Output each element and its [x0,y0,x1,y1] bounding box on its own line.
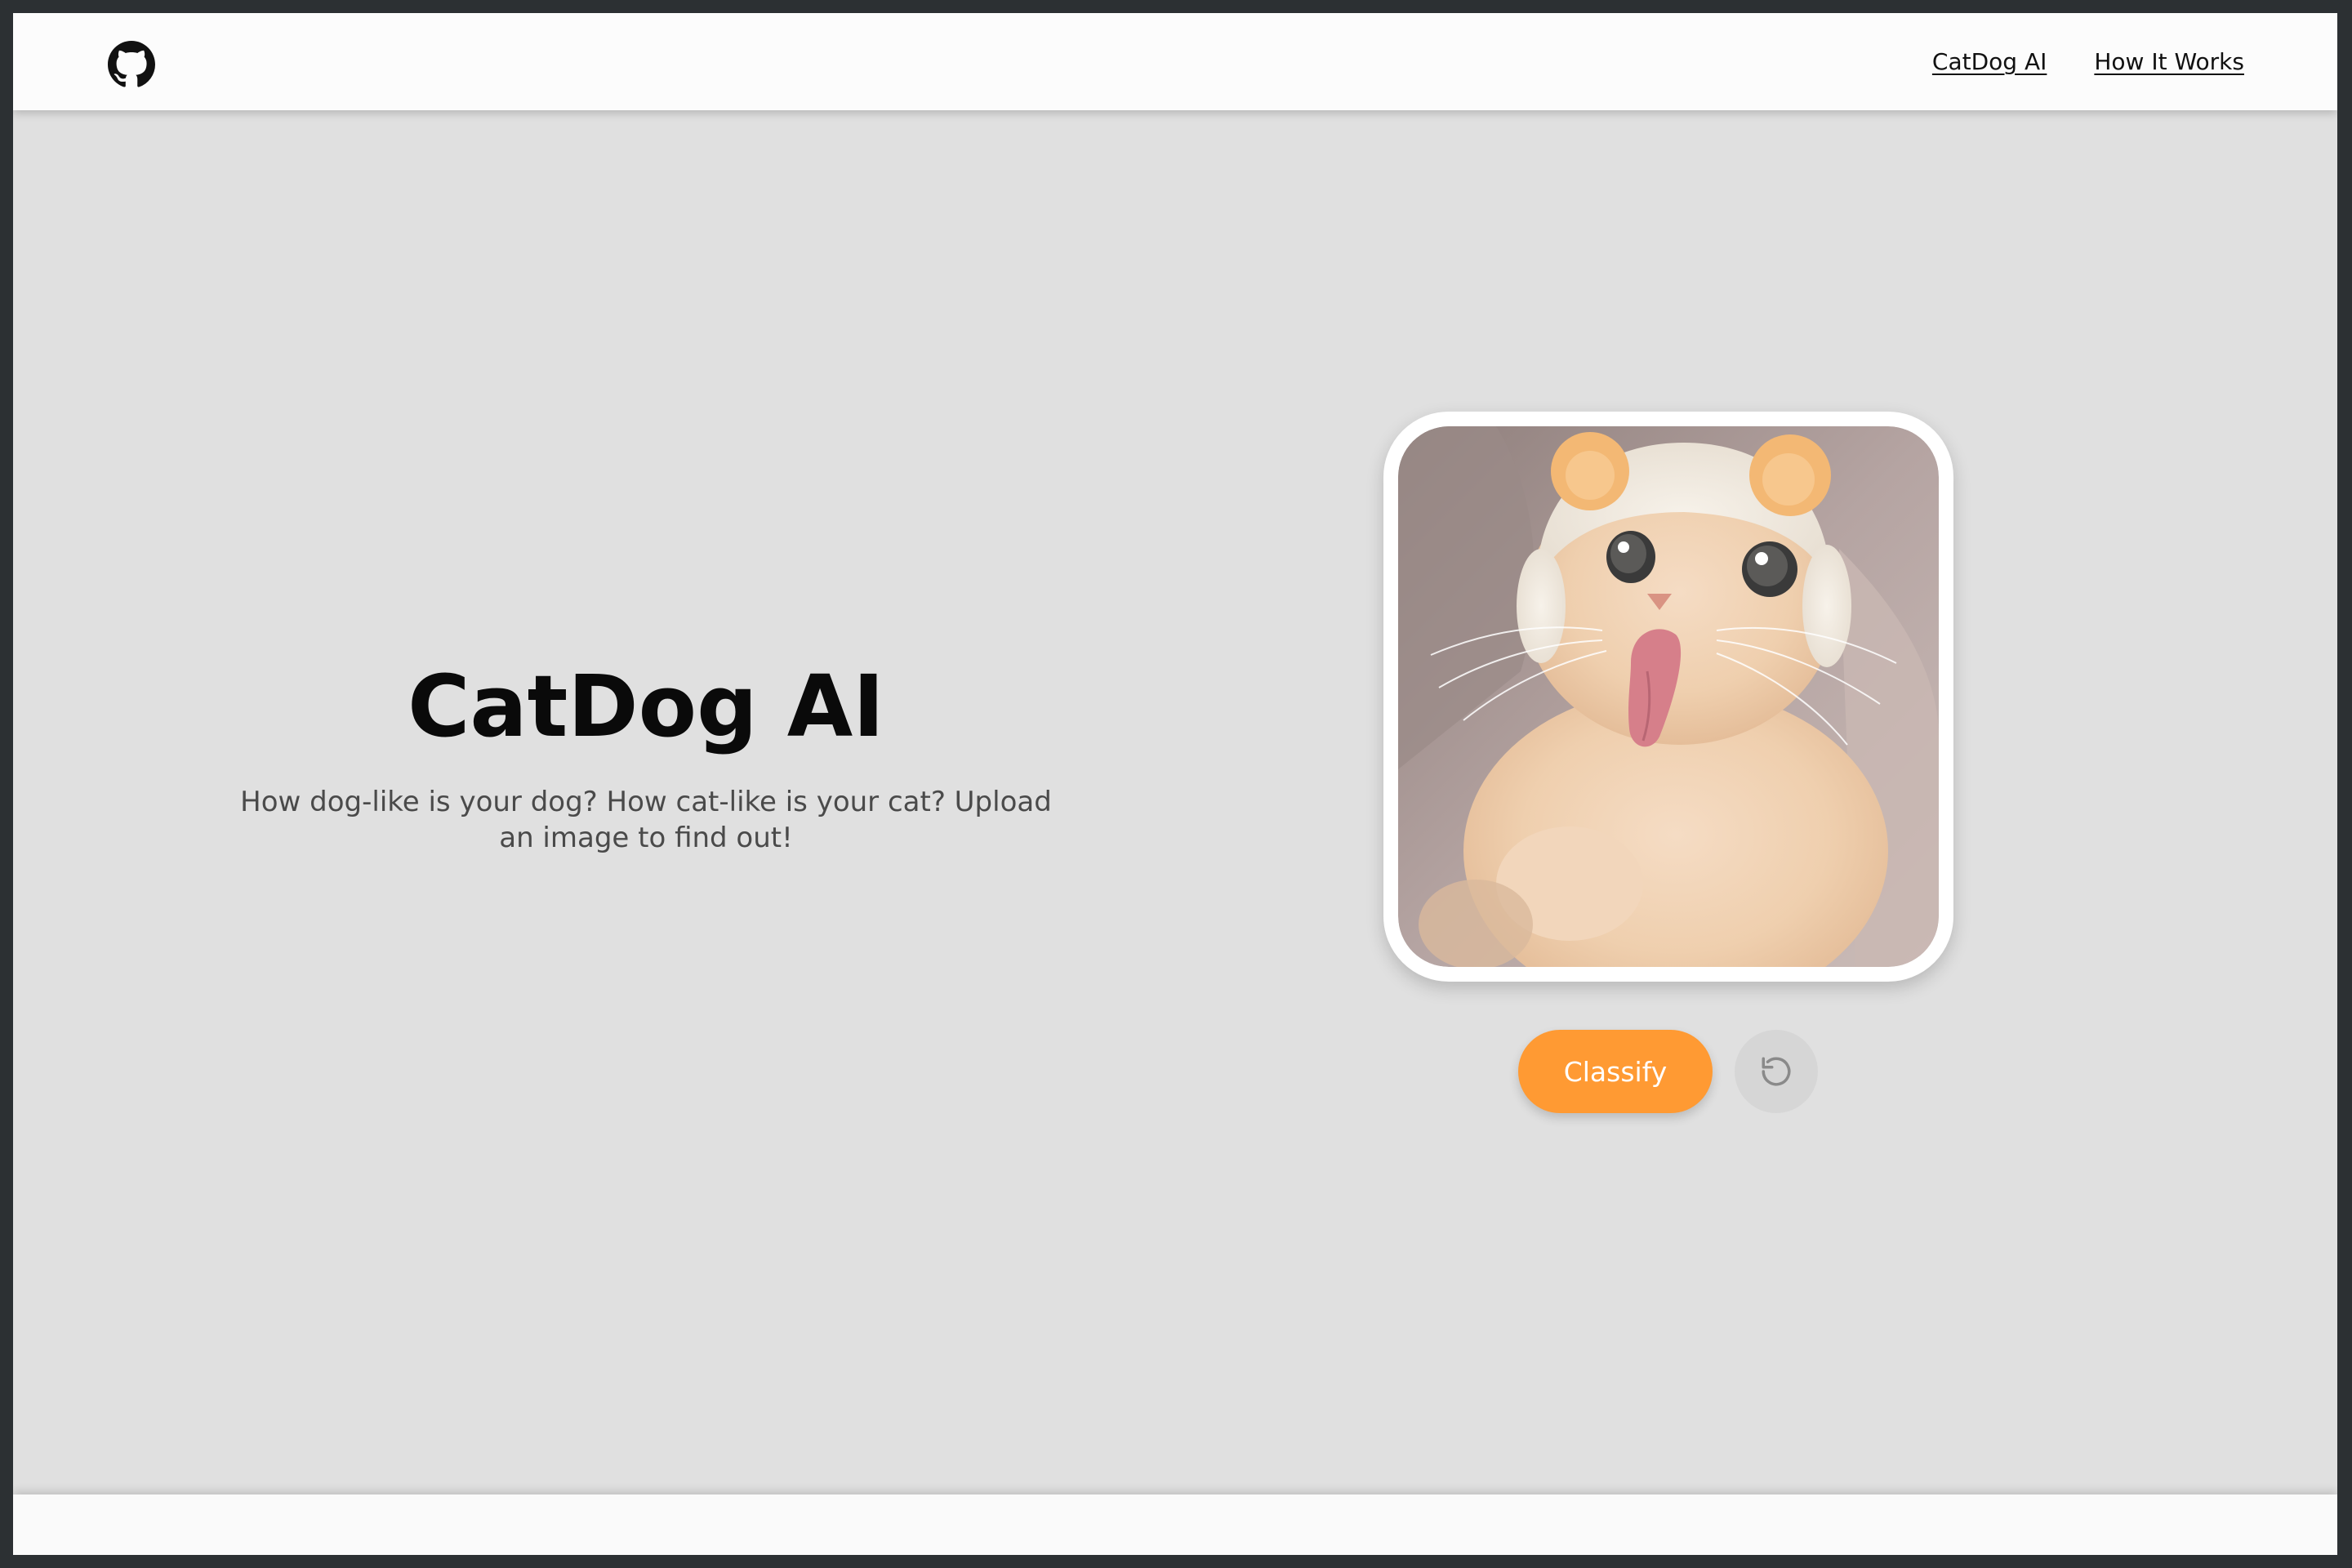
nav-link-how-it-works[interactable]: How It Works [2094,48,2244,75]
browser-viewport: CatDog AI How It Works CatDog AI How dog… [13,13,2337,1555]
hero-section: CatDog AI How dog-like is your dog? How … [136,657,1156,857]
classify-button[interactable]: Classify [1518,1030,1713,1113]
footer [13,1494,2337,1555]
nav-links: CatDog AI How It Works [1932,13,2244,110]
page-subtitle: How dog-like is your dog? How cat-like i… [240,785,1052,855]
reset-button[interactable] [1735,1030,1818,1113]
page-title: CatDog AI [408,657,884,756]
github-link[interactable] [108,41,155,88]
image-preview[interactable] [1383,412,1953,982]
navbar: CatDog AI How It Works [13,13,2337,110]
cat-photo [1398,426,1939,967]
rotate-ccw-icon [1762,1057,1791,1086]
nav-link-catdog-ai[interactable]: CatDog AI [1932,48,2047,75]
github-icon [108,41,155,87]
